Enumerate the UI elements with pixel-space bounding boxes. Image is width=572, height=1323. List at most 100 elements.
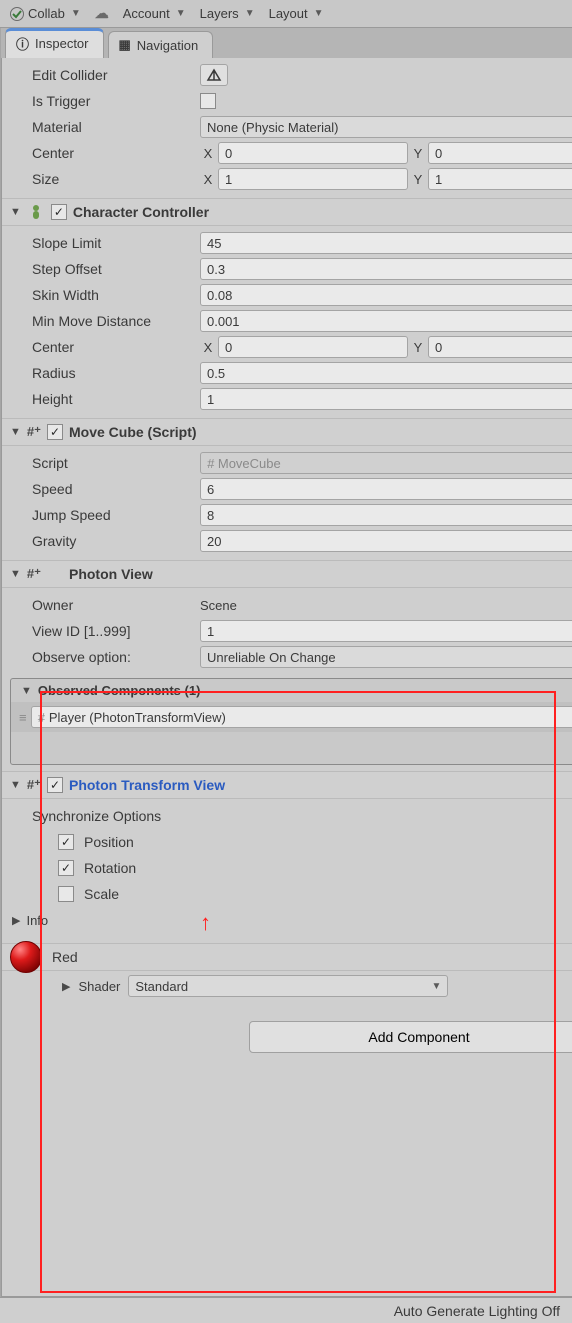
foldout-icon[interactable]: ▼ [19,685,32,697]
tab-label: Inspector [35,36,88,51]
observed-components-box: ▼ Observed Components (1) ≡ #Player (Pho… [10,678,572,765]
info-icon: ⓘ [16,34,29,53]
height-input[interactable] [200,388,572,410]
size-y-input[interactable] [428,168,572,190]
character-controller-header[interactable]: ▼ Character Controller ？ ⚙ ⋮ [2,198,572,226]
photon-view-header[interactable]: ▼ #⁺ Photon View ？ ⚙ ⋮ [2,560,572,588]
center-label: Center [10,145,200,161]
account-dropdown[interactable]: Account ▼ [117,2,192,25]
skin-width-label: Skin Width [10,287,200,303]
radius-input[interactable] [200,362,572,384]
drag-handle-icon[interactable]: ≡ [19,710,25,725]
scale-label: Scale [84,886,119,902]
jump-speed-label: Jump Speed [10,507,200,523]
tab-navigation[interactable]: ▦ Navigation [108,31,214,58]
axis-y-label: Y [410,146,426,161]
rotation-checkbox[interactable] [58,860,74,876]
min-move-label: Min Move Distance [10,313,200,329]
navigation-icon: ▦ [119,37,131,53]
photon-transform-view-header[interactable]: ▼ #⁺ Photon Transform View ？ ⚙ ⋮ [2,771,572,799]
position-checkbox[interactable] [58,834,74,850]
shader-dropdown[interactable]: Standard▼ [128,975,448,997]
is-trigger-checkbox[interactable] [200,93,216,109]
center-y-input[interactable] [428,142,572,164]
step-offset-input[interactable] [200,258,572,280]
owner-value: Scene [200,598,572,613]
foldout-icon[interactable]: ▼ [10,206,21,218]
axis-x-label: X [200,340,216,355]
observed-header-label: Observed Components (1) [38,683,201,698]
size-label: Size [10,171,200,187]
layout-dropdown[interactable]: Layout ▼ [263,2,330,25]
view-id-label: View ID [1..999] [10,623,200,639]
cc-center-y-input[interactable] [428,336,572,358]
component-enable-checkbox[interactable] [47,424,63,440]
layers-label: Layers [200,6,239,21]
foldout-icon[interactable]: ▼ [10,779,21,791]
layout-label: Layout [269,6,308,21]
cc-center-x-input[interactable] [218,336,408,358]
top-toolbar: Collab ▼ ☁ Account ▼ Layers ▼ Layout ▼ [0,0,572,28]
observed-item-label: Player (PhotonTransformView) [49,710,226,725]
add-component-button[interactable]: Add Component [249,1021,572,1053]
jump-speed-input[interactable] [200,504,572,526]
gravity-input[interactable] [200,530,572,552]
tab-inspector[interactable]: ⓘ Inspector [5,28,104,58]
cloud-button[interactable]: ☁ [89,1,115,26]
component-title: Photon Transform View [69,777,225,793]
chevron-down-icon: ▼ [71,8,81,19]
material-header[interactable]: Red ？ ⚙ ⚙ [2,943,572,971]
inspector-panel: Edit Collider Is Trigger Material None (… [1,58,572,1297]
component-enable-checkbox[interactable] [51,204,67,220]
observe-option-dropdown[interactable]: Unreliable On Change▼ [200,646,572,668]
status-bar: Auto Generate Lighting Off [0,1297,572,1323]
character-controller-icon [27,203,45,221]
component-title: Move Cube (Script) [69,424,197,440]
collab-dropdown[interactable]: Collab ▼ [4,2,87,25]
axis-y-label: Y [410,172,426,187]
skin-width-input[interactable] [200,284,572,306]
gravity-label: Gravity [10,533,200,549]
foldout-icon[interactable]: ▼ [10,568,21,580]
observed-item-row: ≡ #Player (PhotonTransformView) − [11,702,572,732]
position-label: Position [84,834,134,850]
foldout-icon[interactable]: ▶ [10,914,20,927]
chevron-down-icon: ▼ [245,8,255,19]
material-preview-sphere [10,941,42,973]
collab-label: Collab [28,6,65,21]
owner-label: Owner [10,597,200,613]
info-foldout-label: Info [26,913,48,928]
center-x-input[interactable] [218,142,408,164]
rotation-label: Rotation [84,860,136,876]
chevron-down-icon: ▼ [314,8,324,19]
move-cube-header[interactable]: ▼ #⁺ Move Cube (Script) ？ ⚙ ⋮ [2,418,572,446]
script-icon: #⁺ [27,566,41,582]
size-x-input[interactable] [218,168,408,190]
layers-dropdown[interactable]: Layers ▼ [194,2,261,25]
speed-input[interactable] [200,478,572,500]
tab-label: Navigation [137,38,198,53]
component-title: Photon View [69,566,153,582]
script-icon: #⁺ [27,777,41,793]
tab-bar: ⓘ Inspector ▦ Navigation 🔓 ⋮ [1,28,572,58]
min-move-input[interactable] [200,310,572,332]
slope-limit-label: Slope Limit [10,235,200,251]
speed-label: Speed [10,481,200,497]
component-title: Character Controller [73,204,209,220]
scale-checkbox[interactable] [58,886,74,902]
physic-material-field[interactable]: None (Physic Material) [200,116,572,138]
radius-label: Radius [10,365,200,381]
foldout-icon[interactable]: ▶ [60,980,70,993]
observed-component-field[interactable]: #Player (PhotonTransformView) [31,706,572,728]
observed-components-header[interactable]: ▼ Observed Components (1) [11,679,572,702]
script-label: Script [10,455,200,471]
axis-y-label: Y [410,340,426,355]
foldout-icon[interactable]: ▼ [10,426,21,438]
cc-center-label: Center [10,339,200,355]
sync-options-label: Synchronize Options [10,808,572,824]
view-id-input[interactable] [200,620,572,642]
component-enable-checkbox[interactable] [47,777,63,793]
slope-limit-input[interactable] [200,232,572,254]
edit-collider-button[interactable] [200,64,228,86]
material-value: None (Physic Material) [207,120,339,135]
